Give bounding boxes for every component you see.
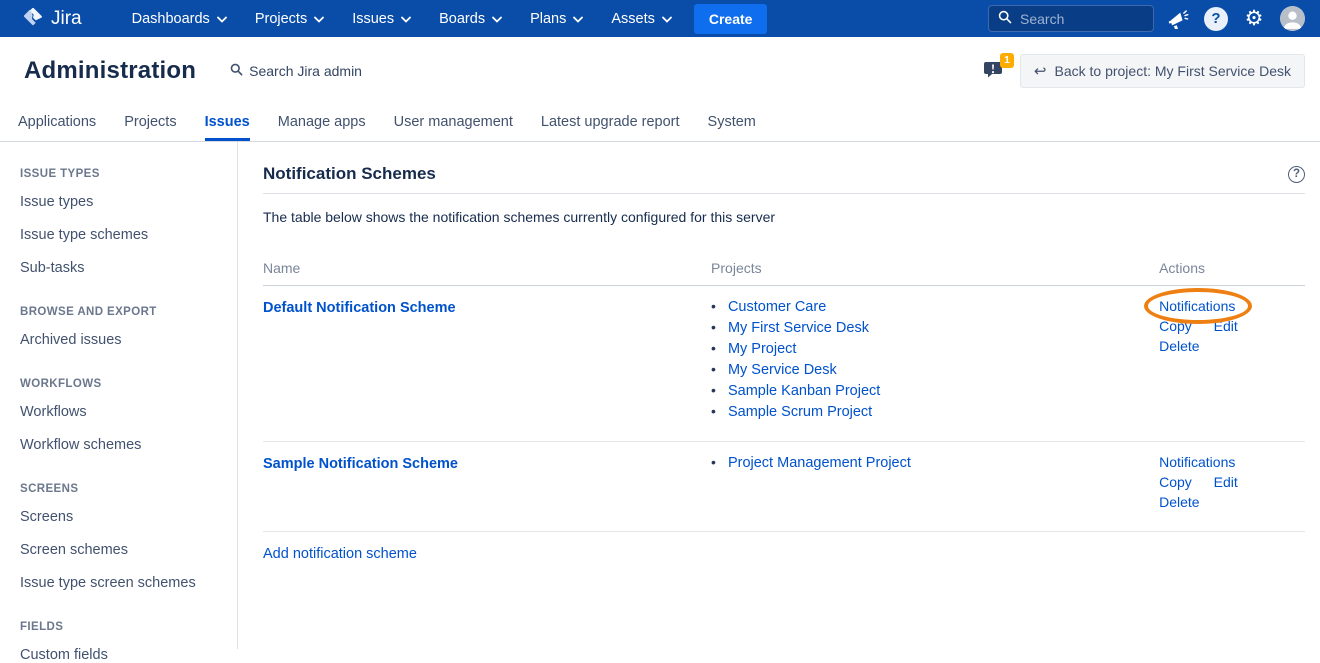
back-arrow-icon: ↩	[1034, 62, 1047, 80]
admin-tabbar: Applications Projects Issues Manage apps…	[0, 104, 1320, 142]
section-description: The table below shows the notification s…	[263, 209, 1305, 225]
tab-projects[interactable]: Projects	[124, 104, 176, 141]
sidebar-item-sub-tasks[interactable]: Sub-tasks	[20, 260, 227, 276]
action-notifications-sample[interactable]: Notifications	[1159, 454, 1235, 470]
tab-manage-apps[interactable]: Manage apps	[278, 104, 366, 141]
main-content: Notification Schemes ? The table below s…	[238, 142, 1320, 649]
search-icon	[230, 63, 243, 79]
sidebar-item-screens[interactable]: Screens	[20, 509, 227, 525]
tab-latest-upgrade-report[interactable]: Latest upgrade report	[541, 104, 680, 141]
top-navbar: Jira Dashboards Projects Issues Boards P…	[0, 0, 1320, 37]
sidebar-item-issue-types[interactable]: Issue types	[20, 194, 227, 210]
jira-logo-icon	[22, 6, 44, 31]
table-row-sample-notification-scheme: Sample Notification Scheme Project Manag…	[263, 442, 1305, 532]
gear-icon[interactable]: ⚙	[1240, 5, 1268, 33]
nav-plans-label: Plans	[530, 11, 566, 27]
sidebar-item-screen-schemes[interactable]: Screen schemes	[20, 542, 227, 558]
chevron-down-icon	[573, 11, 583, 27]
sidebar-item-archived-issues[interactable]: Archived issues	[20, 332, 227, 348]
nav-projects[interactable]: Projects	[245, 5, 334, 33]
admin-sidebar: ISSUE TYPES Issue types Issue type schem…	[0, 142, 238, 649]
tab-applications[interactable]: Applications	[18, 104, 96, 141]
page-title: Administration	[24, 57, 196, 85]
project-link-my-first-service-desk[interactable]: My First Service Desk	[728, 320, 869, 336]
admin-search-label: Search Jira admin	[249, 63, 362, 79]
chevron-down-icon	[401, 11, 411, 27]
column-header-actions: Actions	[1159, 254, 1305, 286]
action-delete-sample[interactable]: Delete	[1159, 494, 1199, 510]
avatar-icon	[1280, 6, 1305, 31]
nav-dashboards[interactable]: Dashboards	[122, 5, 237, 33]
nav-assets[interactable]: Assets	[601, 5, 682, 33]
project-list: Customer Care My First Service Desk My P…	[711, 299, 1159, 420]
add-notification-scheme-link[interactable]: Add notification scheme	[263, 546, 417, 562]
tab-issues[interactable]: Issues	[205, 104, 250, 141]
nav-boards[interactable]: Boards	[429, 5, 512, 33]
notification-schemes-table: Name Projects Actions Default Notificati…	[263, 254, 1305, 532]
user-avatar[interactable]	[1278, 5, 1306, 33]
sidebar-section-browse-export: BROWSE AND EXPORT	[20, 306, 227, 318]
admin-notifications-icon[interactable]: 1	[982, 57, 1012, 85]
column-header-projects: Projects	[711, 254, 1159, 286]
sidebar-item-workflow-schemes[interactable]: Workflow schemes	[20, 437, 227, 453]
action-edit-default[interactable]: Edit	[1214, 318, 1238, 334]
nav-issues-label: Issues	[352, 11, 394, 27]
search-icon	[998, 10, 1012, 27]
scheme-link-default[interactable]: Default Notification Scheme	[263, 300, 456, 316]
project-link-sample-kanban-project[interactable]: Sample Kanban Project	[728, 383, 880, 399]
column-header-name: Name	[263, 254, 711, 286]
action-edit-sample[interactable]: Edit	[1214, 474, 1238, 490]
nav-projects-label: Projects	[255, 11, 307, 27]
action-delete-default[interactable]: Delete	[1159, 338, 1199, 354]
tab-user-management[interactable]: User management	[394, 104, 513, 141]
chevron-down-icon	[217, 11, 227, 27]
sidebar-section-issue-types: ISSUE TYPES	[20, 168, 227, 180]
nav-boards-label: Boards	[439, 11, 485, 27]
admin-header: Administration Search Jira admin 1 ↩ Bac…	[0, 37, 1320, 104]
sidebar-section-workflows: WORKFLOWS	[20, 378, 227, 390]
nav-dashboards-label: Dashboards	[132, 11, 210, 27]
section-title: Notification Schemes	[263, 164, 436, 184]
section-help-icon[interactable]: ?	[1288, 166, 1305, 183]
project-link-my-service-desk[interactable]: My Service Desk	[728, 362, 837, 378]
project-link-project-management-project[interactable]: Project Management Project	[728, 455, 911, 471]
nav-issues[interactable]: Issues	[342, 5, 421, 33]
notification-count-badge: 1	[1000, 53, 1014, 68]
navbar-menu: Dashboards Projects Issues Boards Plans …	[122, 5, 682, 33]
action-copy-default[interactable]: Copy	[1159, 318, 1192, 334]
project-link-sample-scrum-project[interactable]: Sample Scrum Project	[728, 404, 872, 420]
sidebar-item-custom-fields[interactable]: Custom fields	[20, 647, 227, 663]
nav-assets-label: Assets	[611, 11, 655, 27]
jira-logo[interactable]: Jira	[14, 6, 82, 31]
help-icon[interactable]: ?	[1202, 5, 1230, 33]
navbar-search[interactable]	[988, 5, 1154, 32]
project-link-customer-care[interactable]: Customer Care	[728, 299, 826, 315]
megaphone-icon[interactable]	[1164, 5, 1192, 33]
action-copy-sample[interactable]: Copy	[1159, 474, 1192, 490]
project-link-my-project[interactable]: My Project	[728, 341, 797, 357]
jira-logo-text: Jira	[51, 8, 82, 30]
back-to-project-button[interactable]: ↩ Back to project: My First Service Desk	[1020, 54, 1305, 88]
sidebar-section-fields: FIELDS	[20, 621, 227, 633]
project-list: Project Management Project	[711, 455, 1159, 471]
chevron-down-icon	[662, 11, 672, 27]
table-row-default-notification-scheme: Default Notification Scheme Customer Car…	[263, 286, 1305, 442]
action-notifications-default[interactable]: Notifications	[1159, 298, 1235, 314]
scheme-link-sample[interactable]: Sample Notification Scheme	[263, 456, 458, 472]
search-input[interactable]	[1020, 11, 1135, 27]
tab-system[interactable]: System	[708, 104, 756, 141]
sidebar-item-issue-type-screen-schemes[interactable]: Issue type screen schemes	[20, 575, 227, 591]
sidebar-item-issue-type-schemes[interactable]: Issue type schemes	[20, 227, 227, 243]
chevron-down-icon	[492, 11, 502, 27]
sidebar-item-workflows[interactable]: Workflows	[20, 404, 227, 420]
nav-plans[interactable]: Plans	[520, 5, 593, 33]
chevron-down-icon	[314, 11, 324, 27]
admin-search[interactable]: Search Jira admin	[230, 63, 362, 79]
create-button[interactable]: Create	[694, 4, 768, 34]
back-to-project-label: Back to project: My First Service Desk	[1054, 63, 1291, 79]
sidebar-section-screens: SCREENS	[20, 483, 227, 495]
